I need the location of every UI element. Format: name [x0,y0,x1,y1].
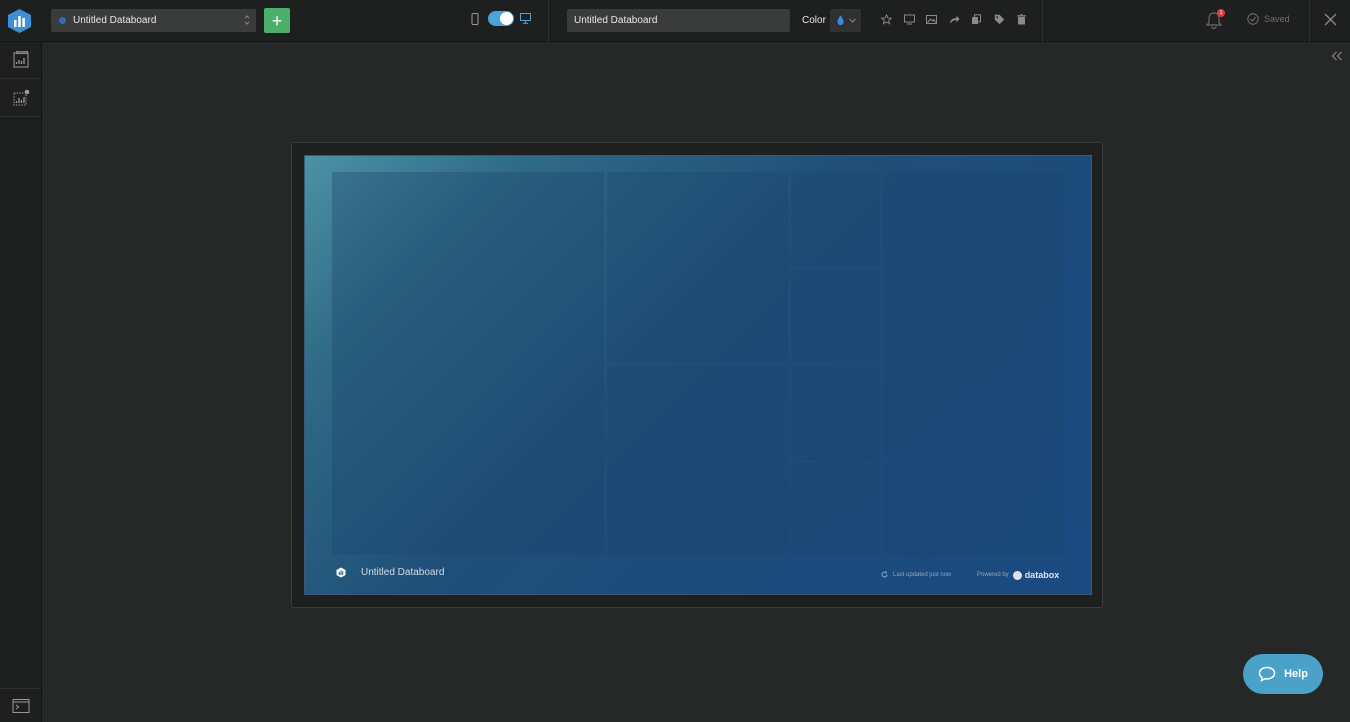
tv-display-icon[interactable] [904,14,915,25]
last-updated: Last updated just now [881,571,951,578]
databox-brand: databox [1012,570,1060,580]
duplicate-icon[interactable] [971,14,982,25]
refresh-icon [881,571,888,578]
datablock-slot[interactable] [791,366,880,460]
sidebar-item-datablocks[interactable] [0,42,41,79]
save-status: Saved [1247,13,1290,25]
databox-logo-icon[interactable] [7,8,32,34]
add-chart-icon [13,89,29,106]
close-icon[interactable] [1324,13,1337,26]
save-status-text: Saved [1264,14,1290,24]
terminal-icon [12,698,29,713]
color-picker[interactable] [830,9,861,32]
tv-preview-frame: Untitled Databoard Last updated just now… [291,142,1103,608]
databoard-footer-title: Untitled Databoard [361,567,445,578]
databoard-select[interactable]: Untitled Databoard [51,9,256,32]
datablock-slot[interactable] [607,366,788,555]
left-sidebar [0,42,42,722]
toolbar-divider [1309,0,1310,42]
color-drop-icon [836,14,845,26]
toolbar-divider [548,0,549,42]
star-icon[interactable] [881,14,892,25]
databox-mark-icon [1012,570,1022,580]
add-databoard-button[interactable]: + [264,8,290,33]
chart-panel-icon [13,51,28,68]
help-button[interactable]: Help [1243,654,1323,694]
databoard-preview: Untitled Databoard Last updated just now… [304,155,1092,595]
sidebar-item-add-chart[interactable] [0,80,41,117]
datablock-slot[interactable] [607,172,788,363]
powered-by-text: Powered by [977,572,1009,578]
datablock-slot[interactable] [791,172,880,266]
check-circle-icon [1247,13,1259,25]
databox-brand-text: databox [1024,570,1060,580]
databox-small-logo-icon [336,567,346,578]
desktop-view-icon[interactable] [520,13,531,24]
share-icon[interactable] [949,14,960,25]
color-label: Color [802,15,826,26]
mobile-view-icon[interactable] [471,13,479,25]
image-icon[interactable] [926,14,937,25]
view-mode-toggle[interactable] [488,11,514,26]
select-arrows-icon [244,15,250,25]
top-toolbar: Untitled Databoard + Color [0,0,1350,42]
trash-icon[interactable] [1016,14,1027,25]
last-updated-text: Last updated just now [893,571,952,578]
collapse-panel-icon[interactable] [1331,51,1343,61]
board-color-dot [59,17,66,24]
tag-icon[interactable] [994,14,1005,25]
powered-by: Powered by databox [977,570,1059,580]
datablock-slot[interactable] [791,269,880,363]
databoard-title-input[interactable] [567,9,790,32]
sidebar-item-console[interactable] [0,688,41,722]
chevron-down-icon [849,18,856,23]
chat-bubble-icon [1258,666,1276,682]
datablock-slot[interactable] [883,463,1064,555]
toggle-knob [500,12,513,25]
toolbar-divider [1042,0,1043,42]
datablock-slot[interactable] [883,172,1064,460]
notification-badge: 1 [1217,9,1225,17]
datablock-slot[interactable] [791,463,880,555]
datablock-slot[interactable] [332,172,604,555]
help-label: Help [1284,668,1308,680]
databoard-select-value: Untitled Databoard [73,15,157,26]
